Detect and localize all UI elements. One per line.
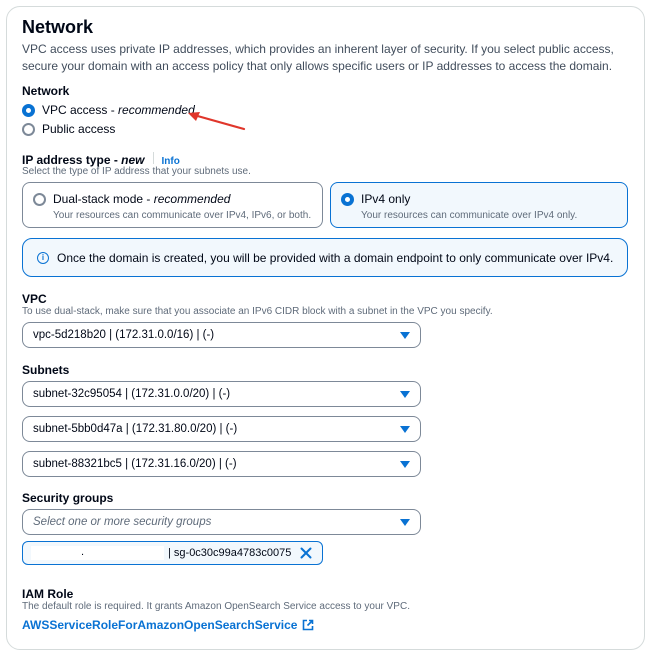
vpc-select-value: vpc-5d218b20 | (172.31.0.0/16) | (-) [33,329,215,341]
section-title: Network [22,17,94,37]
iam-role-description: The default role is required. It grants … [22,601,410,612]
security-groups-select[interactable]: Select one or more security groups [22,509,421,535]
subnet-select-1[interactable]: subnet-32c95054 | (172.31.0.0/20) | (-) [22,381,421,407]
vpc-description: To use dual-stack, make sure that you as… [22,306,493,317]
annotation-arrow-icon [188,112,246,131]
tile-ipv4-only[interactable]: IPv4 only Your resources can communicate… [330,182,628,228]
radio-public-access-control[interactable] [22,122,35,136]
tile-ipv4-header: IPv4 only [341,192,410,206]
radio-vpc-access-sep: - [107,103,119,117]
security-group-token-text: | sg-0c30c99a4783c0075 [168,547,292,559]
tile-ipv4-radio[interactable] [341,192,354,206]
radio-vpc-access-label: VPC access [42,103,108,117]
tile-dual-stack-title: Dual-stack mode [53,192,144,206]
network-panel: Network VPC access uses private IP addre… [6,6,645,650]
ip-type-label-sep: - [110,153,122,167]
tile-dual-stack-radio[interactable] [33,192,46,206]
ip-type-new-tag: new [121,153,145,167]
token-prefix: . [81,546,85,558]
radio-public-access-label: Public access [42,122,116,136]
tile-dual-stack[interactable]: Dual-stack mode - recommended Your resou… [22,182,323,228]
tile-ipv4-title: IPv4 only [361,192,411,206]
tile-ipv4-desc: Your resources can communicate over IPv4… [361,210,578,221]
info-alert: i Once the domain is created, you will b… [22,238,628,277]
tile-dual-stack-sep: - [143,192,154,206]
caret-down-icon [400,425,410,433]
ip-type-label-text: IP address type [22,153,111,167]
ip-type-description: Select the type of IP address that your … [22,166,251,177]
subnets-label: Subnets [22,363,70,377]
tile-dual-stack-tag: recommended [153,192,231,206]
caret-down-icon [400,331,410,339]
subnet-select-3-value: subnet-88321bc5 | (172.31.16.0/20) | (-) [33,458,237,470]
ip-type-label: IP address type - new Info [22,152,180,167]
radio-public-access[interactable]: Public access [22,122,115,136]
vpc-label: VPC [22,292,47,306]
subnet-select-1-value: subnet-32c95054 | (172.31.0.0/20) | (-) [33,388,231,400]
info-icon: i [37,251,49,264]
redacted-group-name: . [31,546,164,560]
caret-down-icon [400,518,410,526]
tile-dual-stack-header: Dual-stack mode - recommended [33,192,230,206]
external-link-icon [303,619,314,631]
info-alert-text: Once the domain is created, you will be … [57,250,614,265]
radio-vpc-access[interactable]: VPC access - recommended [22,103,195,117]
close-icon[interactable] [300,547,312,559]
divider [152,152,154,164]
subnet-select-3[interactable]: subnet-88321bc5 | (172.31.16.0/20) | (-) [22,451,421,477]
caret-down-icon [400,390,410,398]
caret-down-icon [400,460,410,468]
tile-dual-stack-desc: Your resources can communicate over IPv4… [53,210,312,221]
network-label: Network [22,84,70,98]
subnet-select-2-value: subnet-5bb0d47a | (172.31.80.0/20) | (-) [33,423,238,435]
iam-role-link[interactable]: AWSServiceRoleForAmazonOpenSearchService [22,618,314,632]
security-groups-placeholder: Select one or more security groups [33,516,212,528]
security-groups-label: Security groups [22,491,114,505]
security-group-token: . | sg-0c30c99a4783c0075 [22,541,323,565]
vpc-select[interactable]: vpc-5d218b20 | (172.31.0.0/16) | (-) [22,322,421,348]
iam-role-link-text[interactable]: AWSServiceRoleForAmazonOpenSearchService [22,618,297,632]
subnet-select-2[interactable]: subnet-5bb0d47a | (172.31.80.0/20) | (-) [22,416,421,442]
radio-vpc-access-control[interactable] [22,103,35,117]
section-description: VPC access uses private IP addresses, wh… [22,42,614,73]
iam-role-label: IAM Role [22,587,74,601]
